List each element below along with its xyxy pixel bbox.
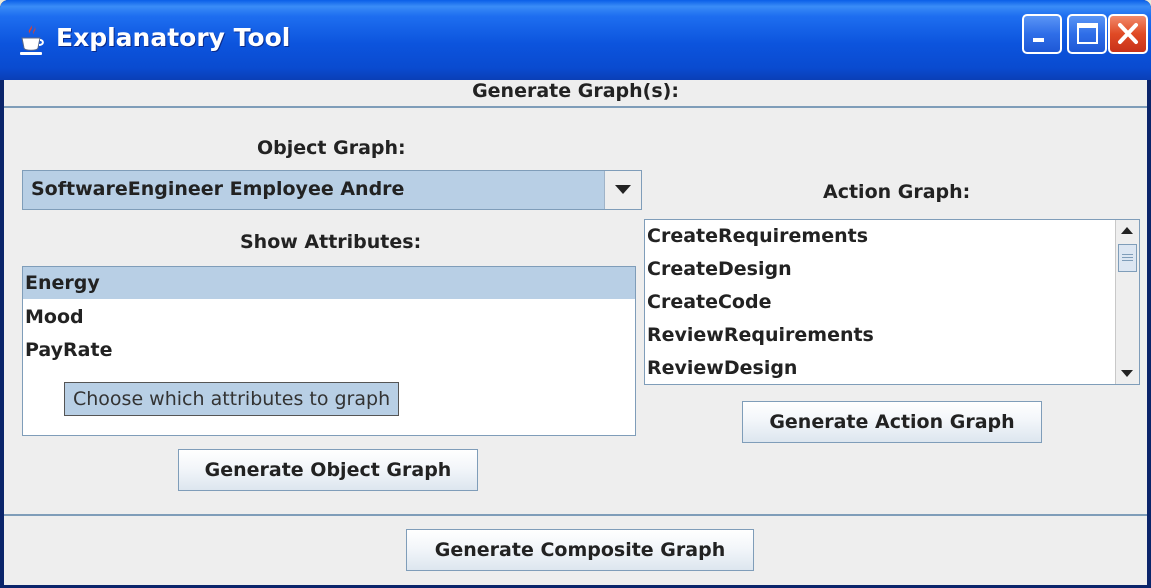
title-bar[interactable]: Explanatory Tool	[0, 0, 1151, 80]
minimize-button[interactable]	[1022, 14, 1062, 54]
grip-line	[1122, 260, 1133, 261]
scroll-up-button[interactable]	[1116, 220, 1139, 242]
object-graph-label: Object Graph:	[257, 137, 406, 159]
scrollbar-thumb[interactable]	[1118, 244, 1137, 272]
minimize-icon	[1033, 38, 1044, 42]
close-icon	[1118, 23, 1138, 44]
actions-scrollbar[interactable]	[1115, 220, 1139, 384]
action-item[interactable]: CreateRequirements	[645, 220, 1115, 252]
object-select-value: SoftwareEngineer Employee Andre	[31, 178, 405, 200]
window-title: Explanatory Tool	[56, 23, 291, 52]
close-button[interactable]	[1108, 14, 1148, 54]
scroll-up-icon	[1121, 227, 1133, 234]
generate-action-graph-button[interactable]: Generate Action Graph	[742, 401, 1042, 443]
maximize-button[interactable]	[1067, 14, 1107, 54]
action-item[interactable]: ReviewRequirements	[645, 319, 1115, 351]
action-item[interactable]: CreateCode	[645, 286, 1115, 318]
grip-line	[1122, 257, 1133, 258]
java-cup-icon	[20, 24, 44, 55]
maximize-icon	[1077, 23, 1098, 44]
object-select[interactable]: SoftwareEngineer Employee Andre	[22, 170, 642, 210]
scroll-down-icon	[1121, 370, 1133, 377]
show-attributes-label: Show Attributes:	[240, 231, 422, 253]
header-label: Generate Graph(s):	[472, 80, 679, 102]
client-area: Generate Graph(s): Object Graph: Softwar…	[4, 80, 1147, 585]
actions-list[interactable]: CreateRequirements CreateDesign CreateCo…	[644, 219, 1140, 385]
attributes-tooltip: Choose which attributes to graph	[64, 382, 400, 416]
footer-separator	[4, 514, 1147, 516]
object-select-dropdown-button[interactable]	[604, 171, 641, 209]
action-item[interactable]: CreateDesign	[645, 253, 1115, 285]
app-window: Explanatory Tool Generate Graph(s): Obje…	[0, 0, 1151, 588]
header-panel: Generate Graph(s):	[4, 80, 1147, 108]
chevron-down-icon	[615, 185, 631, 194]
attribute-item-energy[interactable]: Energy	[23, 267, 635, 299]
attribute-item-payrate[interactable]: PayRate	[23, 334, 635, 366]
generate-composite-graph-button[interactable]: Generate Composite Graph	[406, 529, 754, 571]
scroll-down-button[interactable]	[1116, 362, 1139, 384]
generate-object-graph-button[interactable]: Generate Object Graph	[178, 449, 478, 491]
action-item[interactable]: ReviewDesign	[645, 352, 1115, 384]
action-graph-label: Action Graph:	[823, 181, 971, 203]
grip-line	[1122, 254, 1133, 255]
attribute-item-mood[interactable]: Mood	[23, 301, 635, 333]
